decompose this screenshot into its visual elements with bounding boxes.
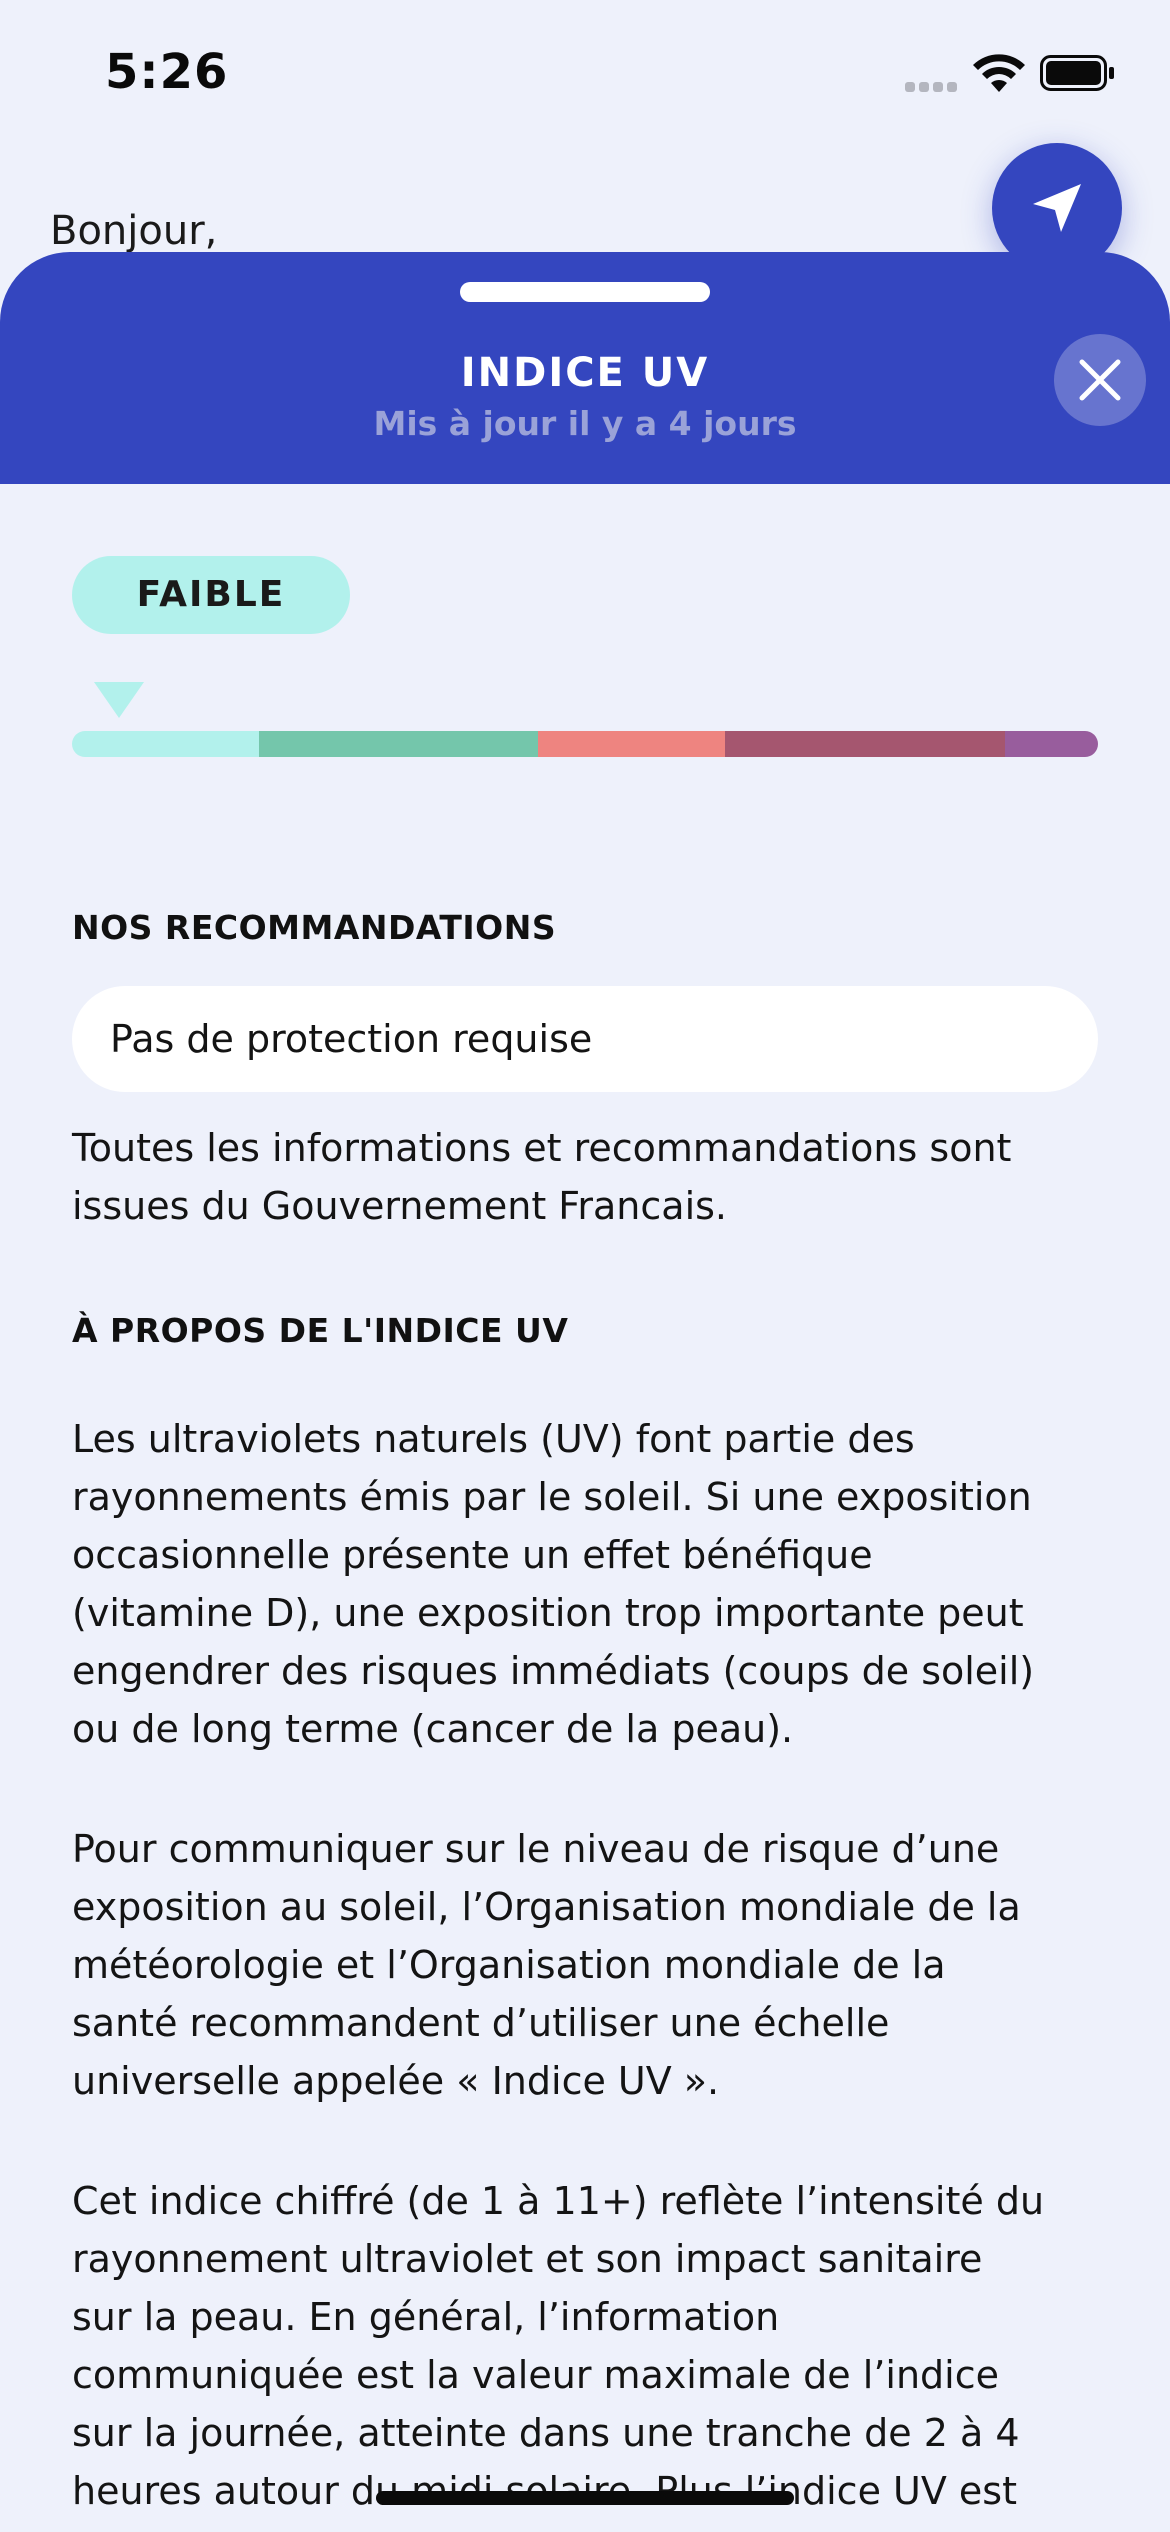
battery-icon: [1040, 55, 1114, 91]
close-button[interactable]: [1054, 334, 1146, 426]
paragraph-line: sur la journée, atteinte dans une tranch…: [72, 2411, 1020, 2455]
uv-scale-segment-4: [724, 731, 1005, 757]
signal-icon: [905, 82, 959, 92]
paragraph-line: rayonnement ultraviolet et son impact sa…: [72, 2237, 983, 2281]
paragraph-line: Toutes les informations et recommandatio…: [72, 1126, 1012, 1170]
paragraph-line: occasionnelle présente un effet bénéfiqu…: [72, 1533, 873, 1577]
wifi-icon: [973, 54, 1025, 92]
paragraph-line: engendrer des risques immédiats (coups d…: [72, 1649, 1035, 1693]
greeting-text: Bonjour,: [50, 208, 218, 254]
uv-scale-segment-3: [538, 731, 725, 757]
recommendations-title: NOS RECOMMANDATIONS: [72, 908, 557, 947]
paragraph-line: santé recommandent d’utiliser une échell…: [72, 2001, 890, 2045]
paragraph-line: communiquée est la valeur maximale de l’…: [72, 2353, 999, 2397]
paragraph-line: Pour communiquer sur le niveau de risque…: [72, 1827, 1000, 1871]
paragraph-line: (vitamine D), une exposition trop import…: [72, 1591, 1024, 1635]
status-time: 5:26: [105, 44, 229, 100]
uv-scale-segment-2: [258, 731, 539, 757]
sheet-subtitle: Mis à jour il y a 4 jours: [373, 404, 797, 443]
sheet-header: INDICE UV Mis à jour il y a 4 jours: [0, 252, 1170, 484]
uv-scale-segment-5: [1004, 731, 1098, 757]
uv-scale-segment-1: [72, 731, 259, 757]
uv-level-badge: FAIBLE: [72, 556, 350, 634]
location-arrow-icon: [1033, 184, 1081, 232]
paragraph-line: Les ultraviolets naturels (UV) font part…: [72, 1417, 915, 1461]
paragraph-line: ou de long terme (cancer de la peau).: [72, 1707, 794, 1751]
about-paragraph-2: Pour communiquer sur le niveau de risque…: [72, 1820, 1102, 2110]
status-bar: 5:26: [0, 0, 1170, 150]
source-paragraph: Toutes les informations et recommandatio…: [72, 1119, 1102, 1235]
paragraph-line: rayonnements émis par le soleil. Si une …: [72, 1475, 1032, 1519]
about-title: À PROPOS DE L'INDICE UV: [72, 1311, 569, 1350]
recommendation-card: Pas de protection requise: [72, 986, 1098, 1092]
sheet-grabber[interactable]: [460, 282, 710, 302]
home-indicator[interactable]: [376, 2491, 794, 2505]
about-paragraph-1: Les ultraviolets naturels (UV) font part…: [72, 1410, 1102, 1758]
paragraph-line: issues du Gouvernement Francais.: [72, 1184, 727, 1228]
close-icon: [1079, 359, 1121, 401]
uv-scale-marker: [94, 682, 144, 718]
paragraph-line: météorologie et l’Organisation mondiale …: [72, 1943, 946, 1987]
about-paragraph-3: Cet indice chiffré (de 1 à 11+) reflète …: [72, 2172, 1102, 2520]
recommendation-text: Pas de protection requise: [110, 1017, 593, 1061]
uv-scale: [72, 731, 1098, 757]
paragraph-line: exposition au soleil, l’Organisation mon…: [72, 1885, 1021, 1929]
paragraph-line: sur la peau. En général, l’information: [72, 2295, 780, 2339]
sheet-title: INDICE UV: [460, 350, 710, 396]
paragraph-line: Cet indice chiffré (de 1 à 11+) reflète …: [72, 2179, 1045, 2223]
paragraph-line: universelle appelée « Indice UV ».: [72, 2059, 720, 2103]
